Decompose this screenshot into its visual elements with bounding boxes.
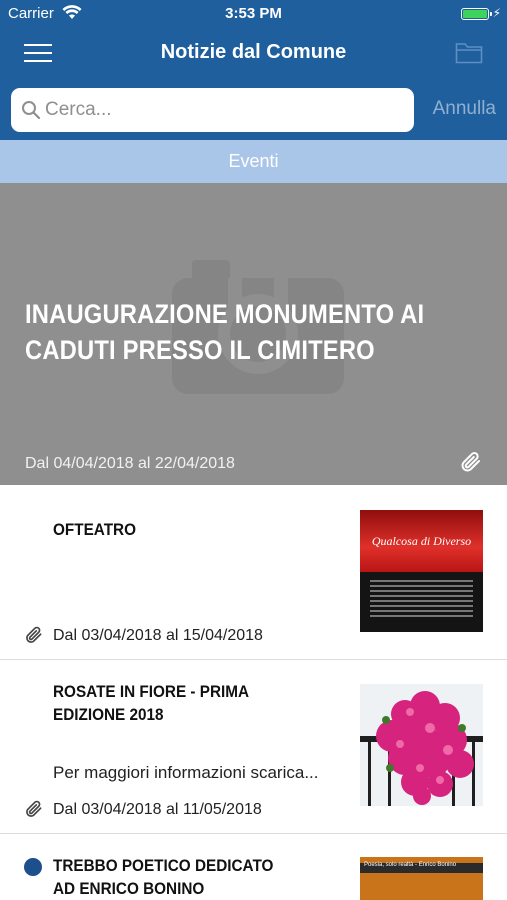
- search-field[interactable]: [11, 88, 414, 132]
- featured-event-card[interactable]: INAUGURAZIONE MONUMENTO AI CADUTI PRESSO…: [0, 183, 507, 485]
- status-time: 3:53 PM: [225, 5, 282, 22]
- item-dates: Dal 03/04/2018 al 15/04/2018: [53, 627, 263, 644]
- section-header-events: Eventi: [0, 140, 507, 183]
- list-item[interactable]: OFTEATRO Dal 03/04/2018 al 15/04/2018 Qu…: [0, 486, 507, 660]
- paperclip-icon: [26, 626, 42, 643]
- bolt-icon: ⚡: [492, 6, 501, 20]
- thumbnail-caption: Poesia, solo realtà - Enrico Bonino: [364, 862, 457, 868]
- battery-icon: [461, 8, 492, 20]
- item-dates: Dal 03/04/2018 al 11/05/2018: [53, 801, 262, 818]
- status-bar: Carrier 3:53 PM ⚡: [0, 0, 507, 28]
- event-thumbnail: Poesia, solo realtà - Enrico Bonino: [360, 857, 483, 900]
- search-icon: [22, 101, 41, 120]
- search-bar: Annulla: [0, 80, 507, 140]
- paperclip-icon: [26, 800, 42, 817]
- unread-dot: [24, 858, 42, 876]
- cancel-button[interactable]: Annulla: [433, 98, 496, 120]
- thumbnail-caption: Qualcosa di Diverso: [371, 534, 472, 548]
- navigation-bar: Notizie dal Comune: [0, 28, 507, 80]
- list-item[interactable]: TREBBO POETICO DEDICATO AD ENRICO BONINO…: [0, 834, 507, 900]
- item-title: ROSATE IN FIORE - PRIMA EDIZIONE 2018: [53, 682, 249, 724]
- paperclip-icon: [461, 452, 480, 472]
- item-summary: Per maggiori informazioni scarica...: [53, 763, 319, 782]
- featured-event-dates: Dal 04/04/2018 al 22/04/2018: [25, 455, 235, 472]
- event-thumbnail: Qualcosa di Diverso: [360, 510, 483, 632]
- event-thumbnail: [360, 684, 483, 806]
- item-title: OFTEATRO: [53, 520, 137, 539]
- list-item[interactable]: ROSATE IN FIORE - PRIMA EDIZIONE 2018 Pe…: [0, 660, 507, 834]
- search-input[interactable]: [45, 96, 405, 124]
- folder-icon[interactable]: [455, 40, 483, 64]
- item-title: TREBBO POETICO DEDICATO AD ENRICO BONINO: [53, 856, 274, 898]
- page-title: Notizie dal Comune: [160, 41, 347, 63]
- featured-event-title: INAUGURAZIONE MONUMENTO AI CADUTI PRESSO…: [25, 299, 425, 365]
